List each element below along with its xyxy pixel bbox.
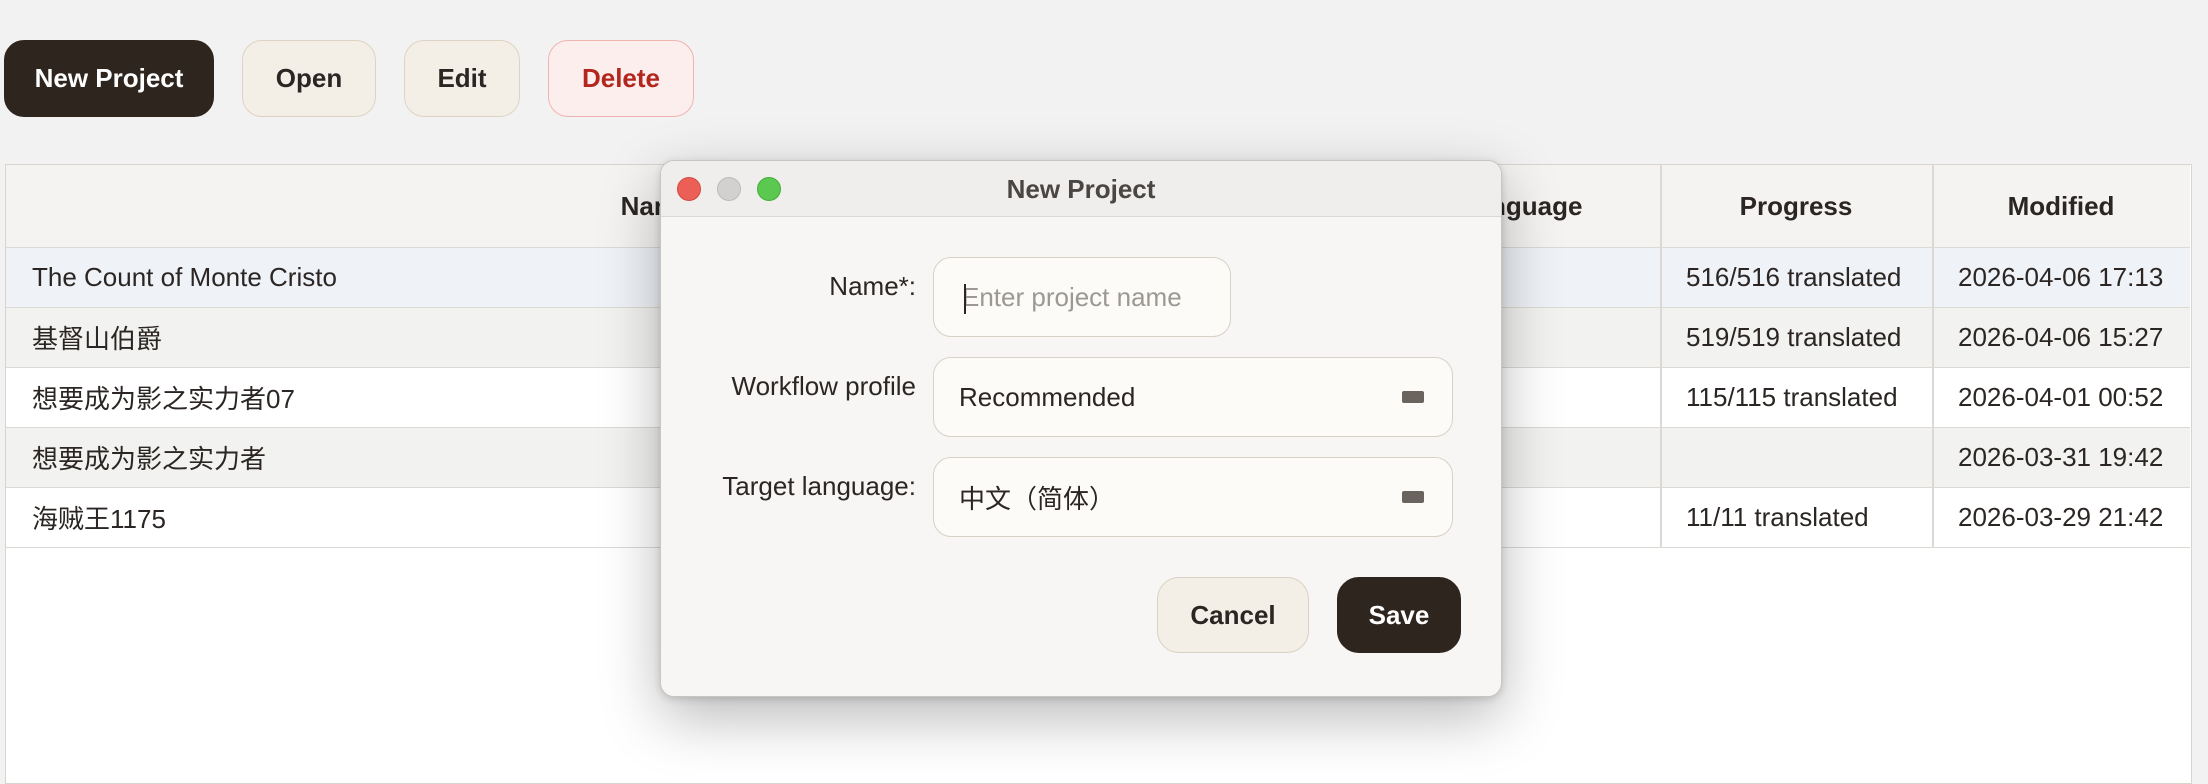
workflow-select[interactable]: Recommended bbox=[933, 357, 1453, 437]
project-progress: 516/516 translated bbox=[1686, 262, 1902, 292]
edit-button[interactable]: Edit bbox=[404, 40, 520, 117]
target-language-label: Target language: bbox=[722, 471, 916, 501]
column-divider bbox=[1660, 165, 1662, 548]
workflow-value: Recommended bbox=[959, 381, 1136, 412]
new-project-button[interactable]: New Project bbox=[4, 40, 214, 117]
project-modified: 2026-04-06 15:27 bbox=[1958, 322, 2164, 352]
chevron-down-icon bbox=[1402, 491, 1424, 503]
cancel-button[interactable]: Cancel bbox=[1157, 577, 1309, 653]
header-modified[interactable]: Modified bbox=[1932, 165, 2190, 247]
delete-button[interactable]: Delete bbox=[548, 40, 694, 117]
project-progress: 115/115 translated bbox=[1686, 382, 1898, 412]
project-progress bbox=[1660, 428, 1932, 487]
target-language-select[interactable]: 中文（简体） bbox=[933, 457, 1453, 537]
project-modified: 2026-04-01 00:52 bbox=[1958, 382, 2164, 412]
header-progress[interactable]: Progress bbox=[1660, 165, 1932, 247]
column-divider bbox=[1932, 165, 1934, 548]
project-progress: 519/519 translated bbox=[1686, 322, 1902, 352]
project-modified: 2026-03-31 19:42 bbox=[1958, 442, 2164, 472]
project-name-input[interactable] bbox=[934, 281, 1230, 313]
name-field[interactable] bbox=[933, 257, 1231, 337]
workflow-label: Workflow profile bbox=[731, 371, 916, 401]
chevron-down-icon bbox=[1402, 391, 1424, 403]
name-label: Name*: bbox=[829, 271, 916, 301]
project-modified: 2026-03-29 21:42 bbox=[1958, 502, 2164, 532]
dialog-titlebar[interactable]: New Project bbox=[661, 161, 1501, 217]
text-caret bbox=[964, 284, 966, 314]
dialog-title: New Project bbox=[1006, 174, 1156, 204]
save-button[interactable]: Save bbox=[1337, 577, 1461, 653]
project-modified: 2026-04-06 17:13 bbox=[1958, 262, 2164, 292]
target-language-value: 中文（简体） bbox=[959, 483, 1116, 514]
open-button[interactable]: Open bbox=[242, 40, 376, 117]
project-progress: 11/11 translated bbox=[1686, 502, 1869, 532]
new-project-dialog: New Project Name*: Workflow profile Reco… bbox=[660, 160, 1502, 697]
